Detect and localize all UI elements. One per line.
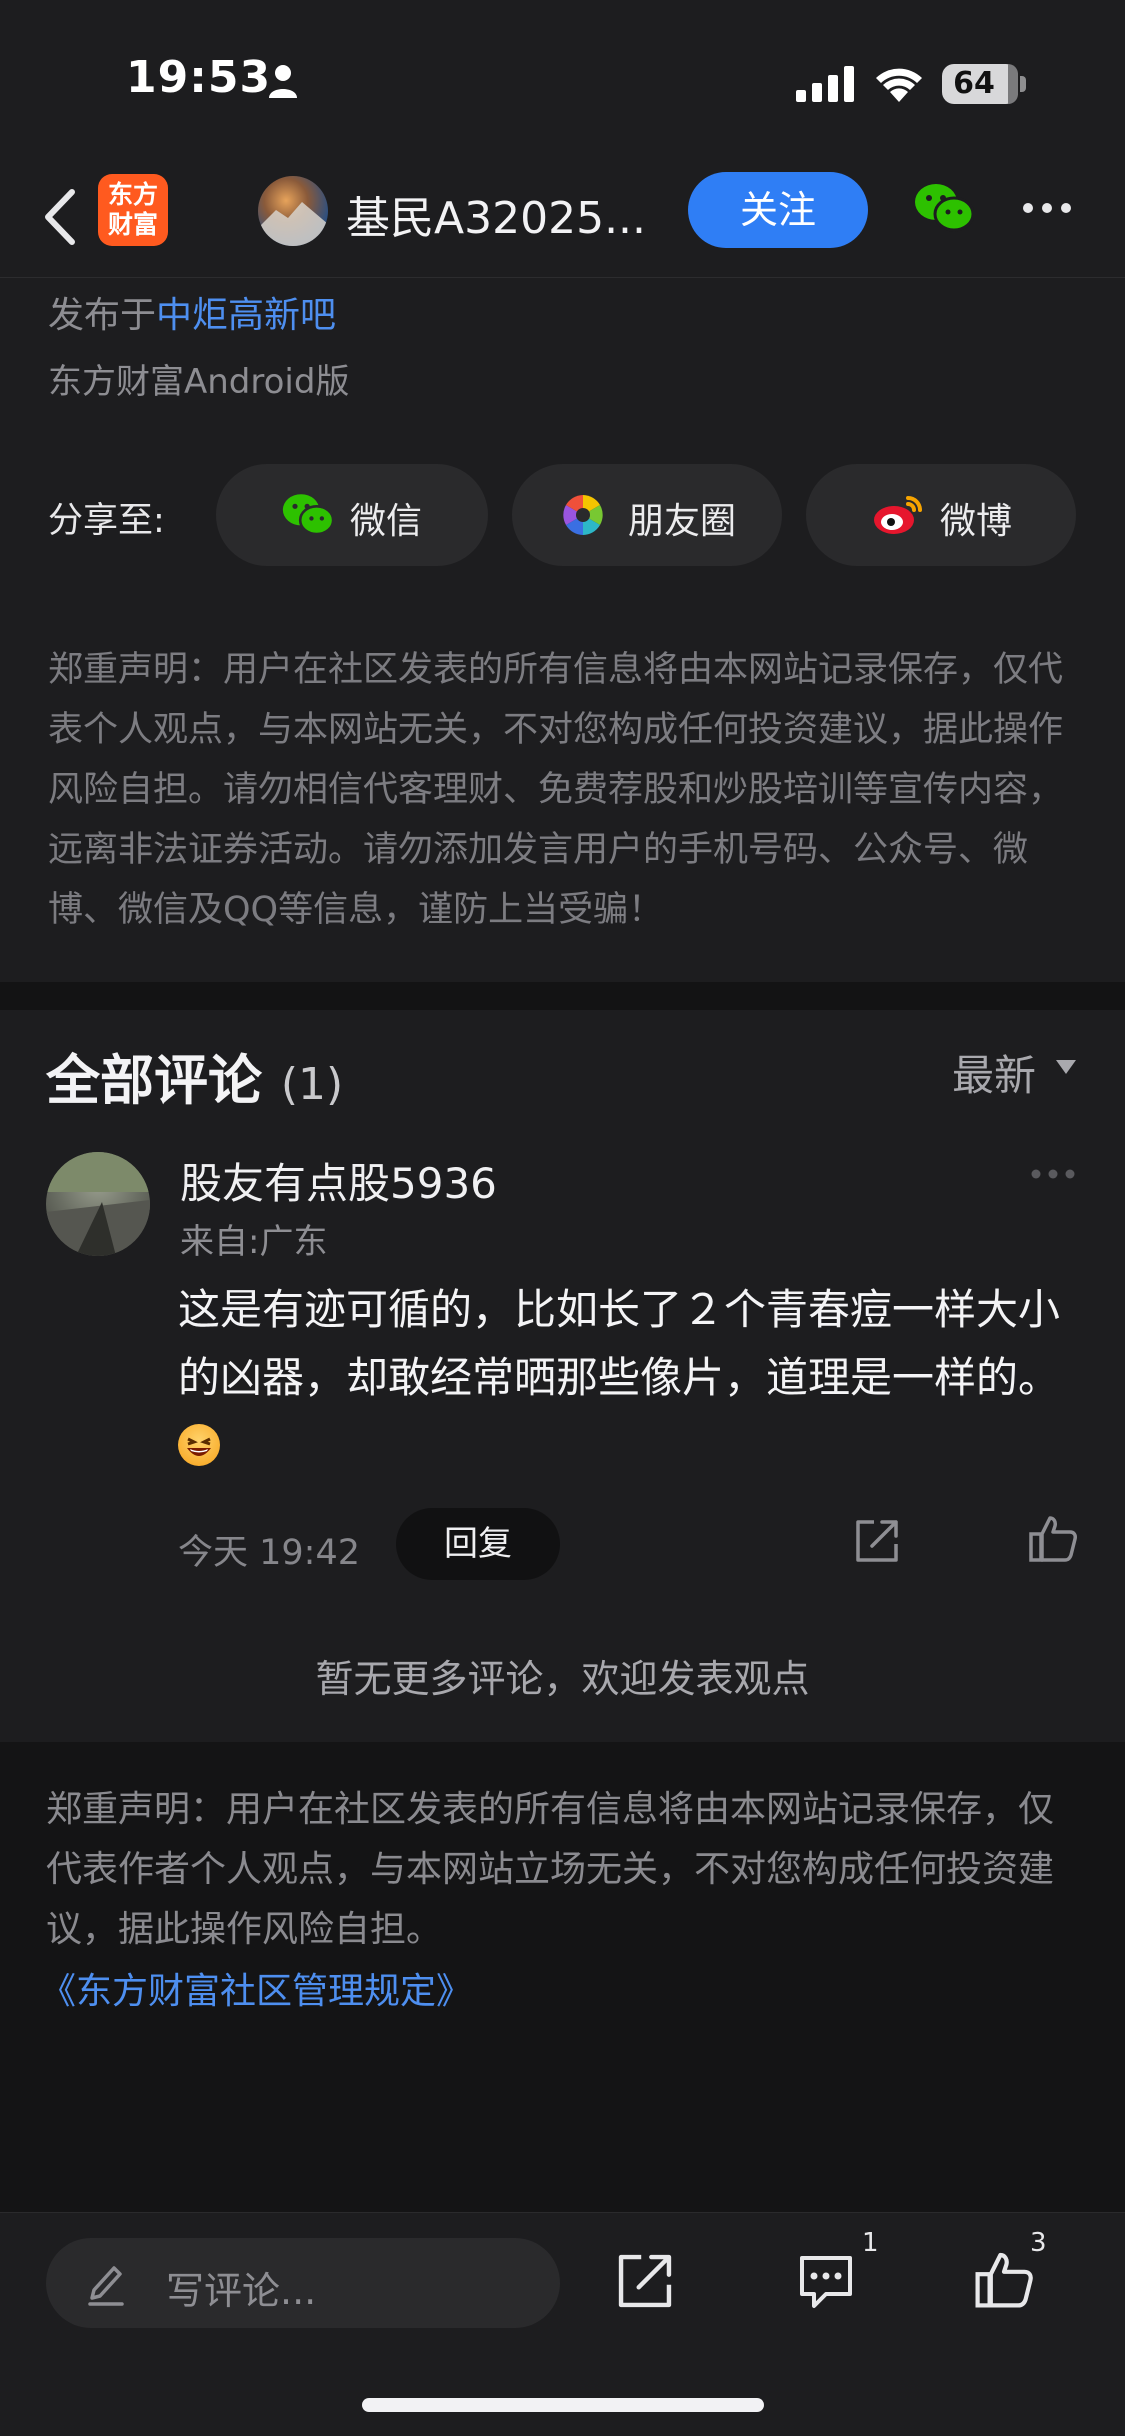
share-moments-label: 朋友圈 — [628, 501, 737, 542]
follow-button[interactable]: 关注 — [688, 172, 868, 248]
comment-icon[interactable] — [796, 2254, 856, 2310]
commenter-avatar[interactable] — [46, 1152, 150, 1256]
share-weibo-button[interactable]: 微博 — [806, 464, 1076, 566]
pencil-icon — [88, 2266, 124, 2306]
like-count-badge: 3 — [1030, 2228, 1047, 2258]
share-icon[interactable] — [616, 2252, 674, 2310]
board-link[interactable]: 中炬高新吧 — [156, 295, 336, 336]
comment-time: 今天 19:42 — [178, 1533, 360, 1573]
comments-title: 全部评论 — [46, 1049, 262, 1112]
home-indicator[interactable] — [362, 2398, 764, 2412]
comment-count-badge: 1 — [862, 2228, 879, 2258]
comment-more-icon[interactable] — [1030, 1168, 1076, 1180]
battery-tip — [1020, 76, 1026, 92]
like-icon[interactable] — [1028, 1514, 1078, 1562]
share-weibo-label: 微博 — [940, 501, 1013, 542]
more-options-icon[interactable] — [1022, 202, 1072, 214]
reply-button[interactable]: 回复 — [396, 1508, 560, 1580]
battery-level: 64 — [953, 66, 995, 101]
avatar-image — [258, 202, 328, 246]
share-wechat-button[interactable]: 微信 — [216, 464, 488, 566]
comments-count: (1) — [280, 1059, 344, 1110]
share-label: 分享至: — [48, 501, 165, 541]
comments-header: 全部评论 (1) — [46, 1036, 343, 1115]
wifi-icon — [876, 68, 922, 102]
nav-username[interactable]: 基民A32025... — [346, 182, 646, 246]
commenter-location: 来自:广东 — [180, 1222, 328, 1262]
no-more-comments: 暂无更多评论，欢迎发表观点 — [315, 1657, 810, 1701]
section-divider — [0, 982, 1125, 1010]
disclaimer-top: 郑重声明：用户在社区发表的所有信息将由本网站记录保存，仅代表个人观点，与本网站无… — [48, 650, 1064, 930]
comment-text: 这是有迹可循的，比如长了２个青春痘一样大小的凶器，却敢经常晒那些像片，道理是一样… — [178, 1285, 1061, 1402]
back-chevron-icon[interactable] — [36, 182, 86, 252]
battery-indicator: 64 — [942, 64, 1018, 104]
sort-dropdown[interactable]: 最新 — [952, 1042, 1036, 1103]
commenter-avatar-image — [46, 1152, 150, 1256]
cellular-signal-icon — [796, 66, 854, 102]
status-time: 19:53 — [126, 52, 272, 103]
sort-caret-icon[interactable] — [1056, 1060, 1076, 1074]
laughing-emoji-icon — [178, 1424, 220, 1466]
like-icon[interactable] — [974, 2250, 1034, 2308]
community-rules-link[interactable]: 《东方财富社区管理规定》 — [40, 1962, 472, 2014]
moments-icon — [563, 495, 603, 535]
published-prefix: 发布于 — [48, 295, 157, 336]
wechat-icon[interactable] — [914, 182, 974, 234]
write-comment-input[interactable]: 写评论... — [46, 2238, 560, 2328]
share-wechat-label: 微信 — [350, 501, 423, 542]
comment-input-placeholder: 写评论... — [166, 2269, 317, 2313]
status-bar: 19:53 64 — [0, 0, 1125, 160]
battery-empty-portion — [1008, 64, 1018, 104]
person-icon — [269, 65, 297, 98]
share-icon[interactable] — [854, 1518, 900, 1564]
app-logo: 东方 财富 — [98, 174, 168, 246]
nav-bar: 东方 财富 基民A32025... 关注 — [0, 160, 1125, 278]
platform-label: 东方财富Android版 — [48, 362, 350, 402]
wechat-icon — [282, 494, 334, 536]
user-avatar[interactable] — [258, 176, 328, 246]
comment-body: 这是有迹可循的，比如长了２个青春痘一样大小的凶器，却敢经常晒那些像片，道理是一样… — [178, 1276, 1084, 1480]
commenter-name[interactable]: 股友有点股5936 — [180, 1150, 497, 1211]
disclaimer-footer: 郑重声明：用户在社区发表的所有信息将由本网站记录保存，仅代表作者个人观点，与本网… — [46, 1789, 1055, 1950]
share-moments-button[interactable]: 朋友圈 — [512, 464, 782, 566]
published-line: 发布于中炬高新吧 — [48, 286, 336, 338]
weibo-icon — [874, 496, 922, 534]
